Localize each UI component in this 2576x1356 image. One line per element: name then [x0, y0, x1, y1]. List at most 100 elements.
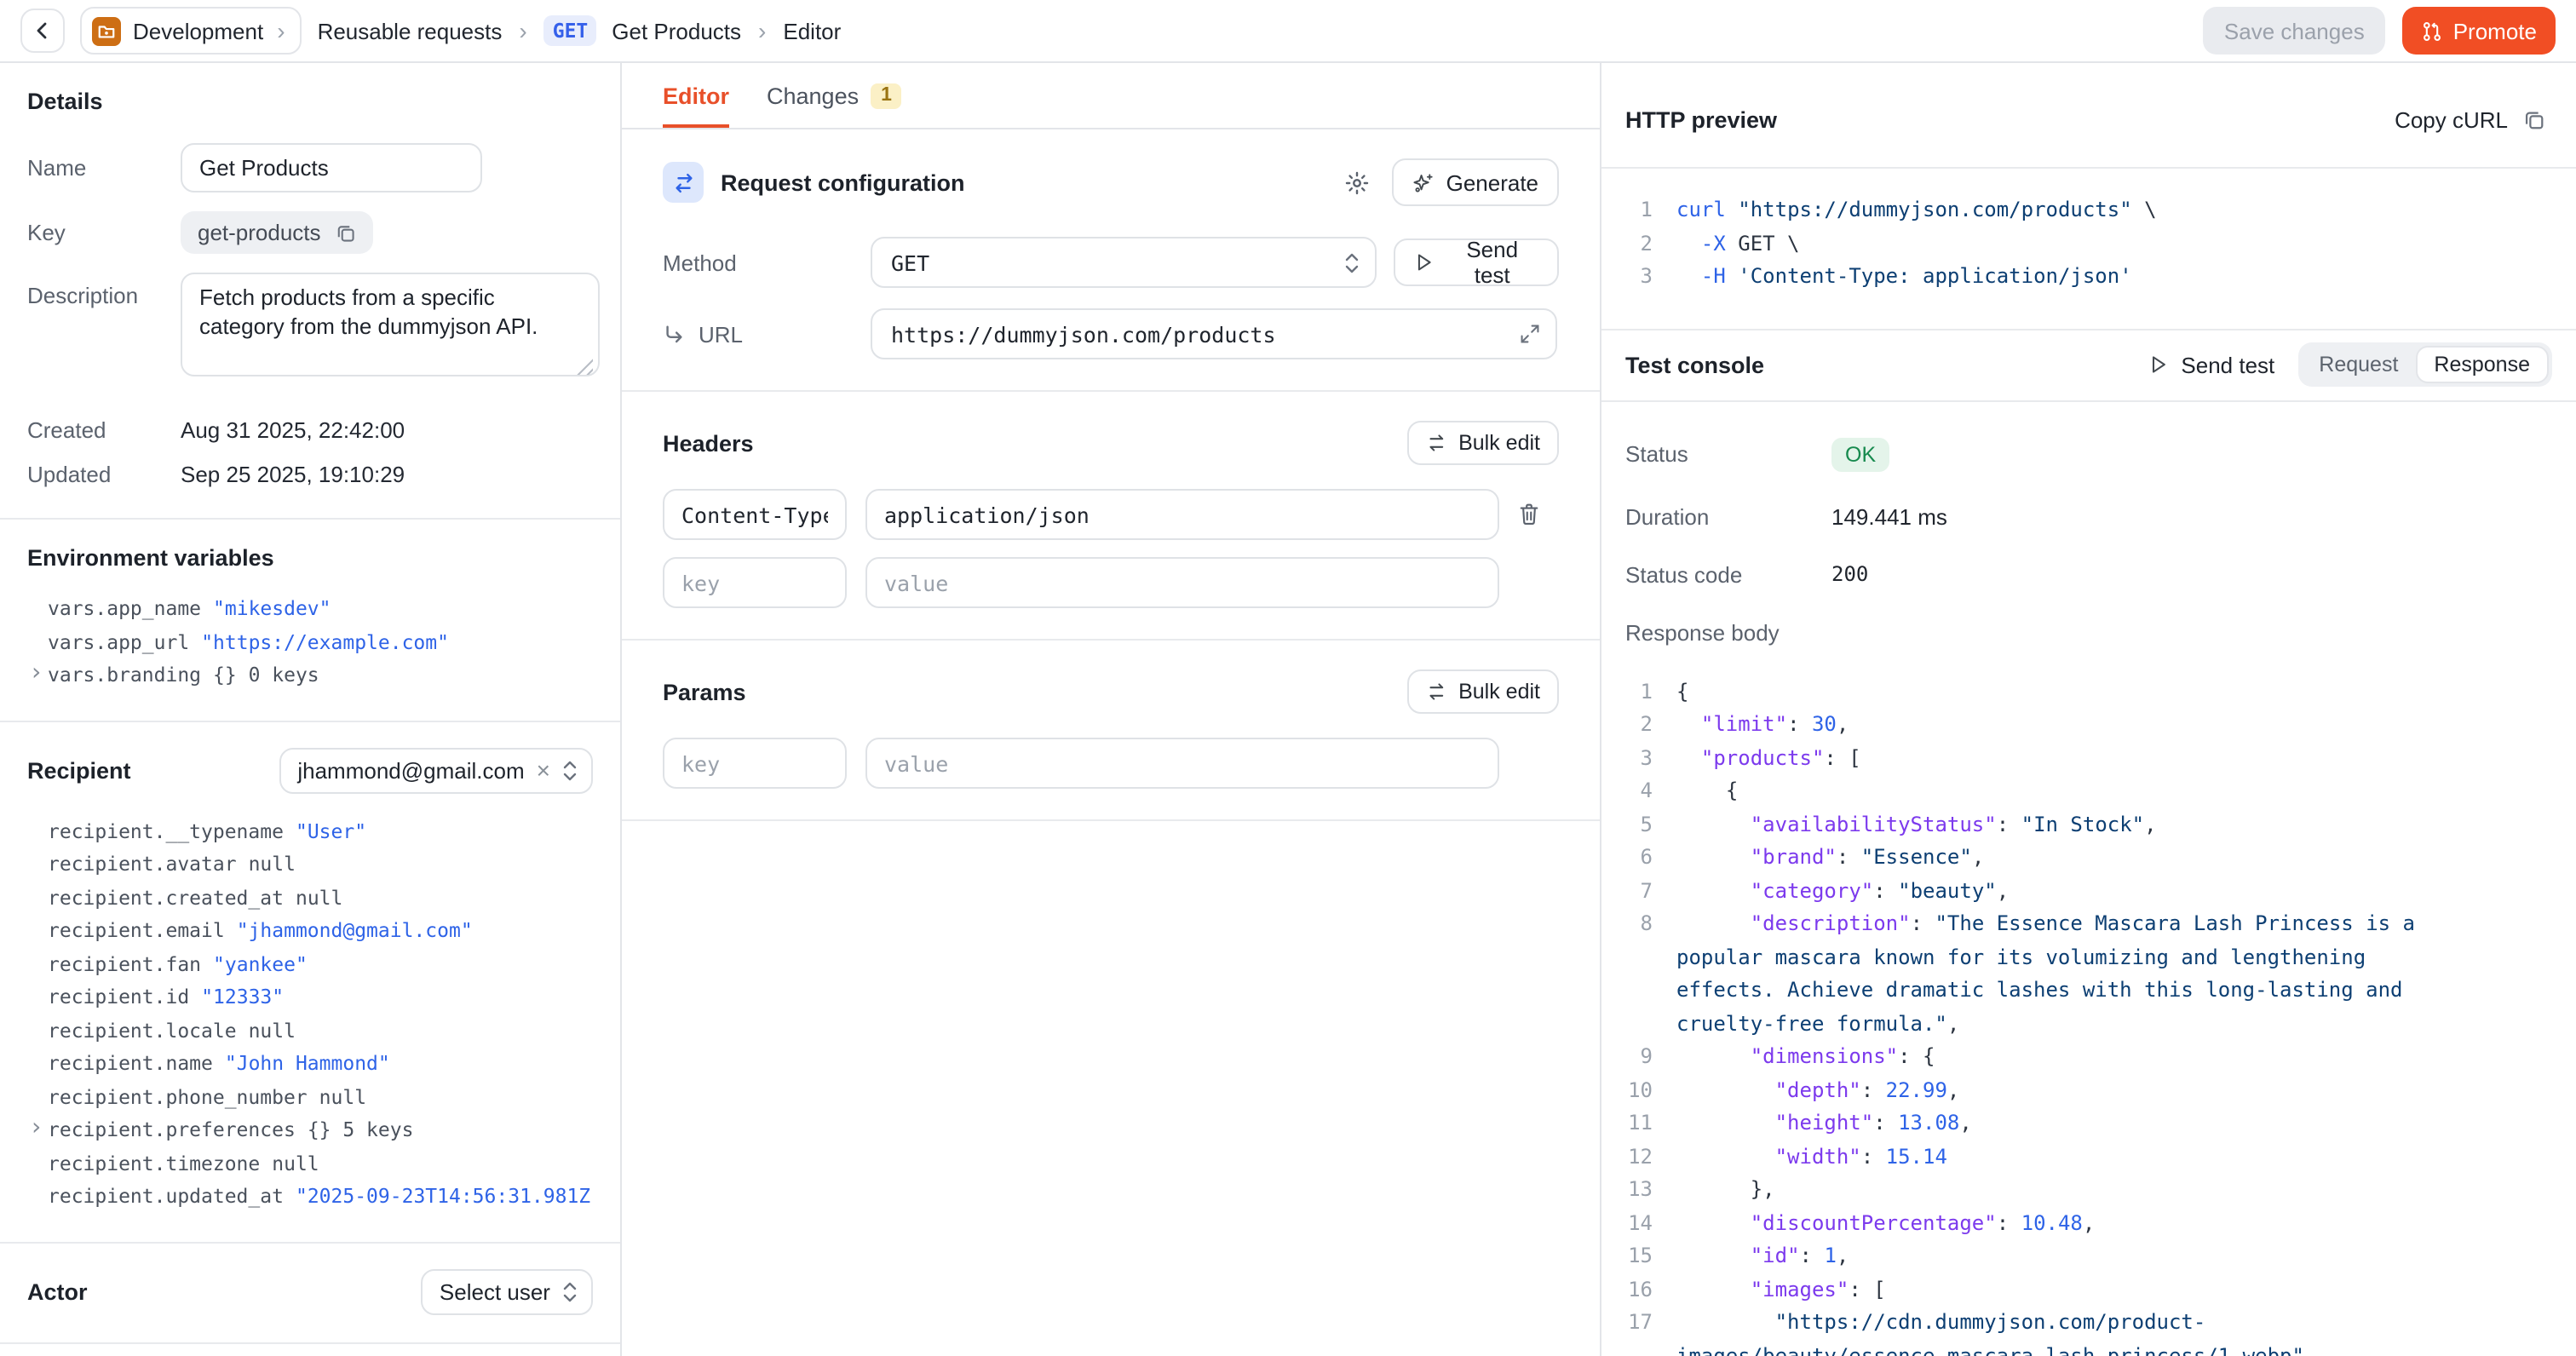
- recipient-field-row: recipient.email"jhammond@gmail.com": [27, 915, 593, 948]
- response-code-line: 4 {: [1619, 775, 2549, 808]
- line-number: 4: [1619, 775, 1653, 808]
- variable-key: recipient.phone_number: [48, 1081, 308, 1114]
- environment-variables-section: Environment variables vars.app_name"mike…: [0, 520, 620, 721]
- breadcrumb-editor: Editor: [783, 18, 841, 43]
- recipient-select[interactable]: jhammond@gmail.com ×: [279, 747, 593, 793]
- line-number: 5: [1619, 808, 1653, 842]
- variable-value: null: [296, 882, 342, 915]
- updated-row: Updated Sep 25 2025, 19:10:29: [27, 462, 593, 487]
- gear-icon[interactable]: [1344, 170, 1370, 195]
- curl-code-block: 1curl "https://dummyjson.com/products" \…: [1601, 169, 2576, 330]
- clear-icon[interactable]: ×: [537, 758, 550, 782]
- header-key-input[interactable]: [663, 489, 847, 540]
- project-switcher[interactable]: Development ›: [80, 7, 302, 55]
- code-text: -H 'Content-Type: application/json': [1676, 261, 2132, 294]
- header-value-input[interactable]: [865, 489, 1499, 540]
- environment-variables-title: Environment variables: [27, 545, 593, 571]
- play-icon: [2148, 354, 2169, 375]
- http-preview-panel: HTTP preview Copy cURL 1curl "https://du…: [1601, 63, 2576, 1356]
- top-bar: Development › Reusable requests › GET Ge…: [0, 0, 2576, 63]
- variable-value: "User": [296, 815, 366, 848]
- recipient-field-row: recipient.updated_at"2025-09-23T14:56:31…: [27, 1181, 593, 1214]
- http-preview-title: HTTP preview: [1625, 107, 1777, 133]
- generate-button[interactable]: Generate: [1392, 158, 1559, 206]
- url-input[interactable]: https://dummyjson.com/products: [871, 308, 1557, 359]
- code-text: "limit": 30,: [1676, 709, 1849, 742]
- chevron-right-icon: ›: [756, 17, 768, 44]
- editor-panel: Editor Changes 1 Request configuration: [622, 63, 1601, 1356]
- back-button[interactable]: [20, 9, 65, 53]
- variable-value: "12333": [201, 981, 284, 1014]
- recipient-field-row: recipient.id"12333": [27, 981, 593, 1014]
- code-text: "dimensions": {: [1676, 1041, 1935, 1074]
- chevron-updown-icon: [562, 759, 578, 781]
- save-changes-button[interactable]: Save changes: [2204, 7, 2385, 55]
- breadcrumb-request-name[interactable]: Get Products: [612, 18, 741, 43]
- line-number: 2: [1619, 227, 1653, 261]
- response-code-line: 11 "height": 13.08,: [1619, 1107, 2549, 1141]
- code-text: "brand": "Essence",: [1676, 842, 1984, 875]
- variable-value: {} 0 keys: [213, 659, 319, 692]
- param-value-input[interactable]: [865, 738, 1499, 789]
- send-test-button[interactable]: Send test: [1394, 238, 1559, 286]
- header-key-input[interactable]: [663, 557, 847, 608]
- changes-count-badge: 1: [871, 83, 902, 108]
- request-configuration-title: Request configuration: [721, 170, 965, 195]
- recipient-fields-list: recipient.__typename"User"recipient.avat…: [27, 815, 593, 1214]
- headers-bulk-edit-button[interactable]: Bulk edit: [1407, 421, 1559, 465]
- duration-label: Duration: [1625, 503, 1831, 529]
- line-number: 1: [1619, 194, 1653, 227]
- response-code-line: 15 "id": 1,: [1619, 1240, 2549, 1273]
- promote-button[interactable]: Promote: [2402, 7, 2556, 55]
- variable-value: "yankee": [213, 948, 308, 981]
- header-value-input[interactable]: [865, 557, 1499, 608]
- response-code-line: 8 "description": "The Essence Mascara La…: [1619, 908, 2549, 1041]
- code-text: "depth": 22.99,: [1676, 1074, 1959, 1107]
- chevron-updown-icon: [562, 1280, 578, 1302]
- response-body-row: Response body: [1625, 619, 2552, 645]
- expand-chevron-icon[interactable]: ›: [29, 659, 43, 691]
- recipient-field-row: recipient.fan"yankee": [27, 948, 593, 981]
- expand-icon[interactable]: [1520, 324, 1540, 344]
- response-body-code-block: 1{2 "limit": 30,3 "products": [4 {5 "ava…: [1601, 672, 2576, 1356]
- copy-curl-button[interactable]: Copy cURL: [2395, 107, 2545, 133]
- code-text: {: [1676, 675, 1688, 709]
- line-number: 11: [1619, 1107, 1653, 1141]
- curl-code-line: 1curl "https://dummyjson.com/products" \: [1619, 194, 2549, 227]
- key-row: Key get-products: [27, 211, 593, 254]
- curl-code-line: 2 -X GET \: [1619, 227, 2549, 261]
- code-text: "availabilityStatus": "In Stock",: [1676, 808, 2157, 842]
- response-code-line: 2 "limit": 30,: [1619, 709, 2549, 742]
- tab-changes[interactable]: Changes 1: [767, 63, 902, 128]
- method-select[interactable]: GET: [871, 237, 1377, 288]
- actor-label: Actor: [27, 1278, 88, 1304]
- topbar-actions: Save changes Promote: [2204, 7, 2556, 55]
- variable-value: "John Hammond": [225, 1048, 390, 1081]
- variable-value: "mikesdev": [213, 593, 331, 626]
- tab-editor[interactable]: Editor: [663, 63, 729, 128]
- git-branch-icon: [2421, 20, 2443, 42]
- headers-title: Headers: [663, 430, 754, 456]
- line-number: 3: [1619, 742, 1653, 775]
- response-code-line: 7 "category": "beauty",: [1619, 875, 2549, 908]
- actor-select[interactable]: Select user: [421, 1268, 593, 1314]
- description-textarea[interactable]: Fetch products from a specific category …: [181, 273, 600, 376]
- copy-icon[interactable]: [336, 222, 357, 243]
- expand-chevron-icon[interactable]: ›: [29, 1114, 43, 1146]
- console-send-test-button[interactable]: Send test: [2148, 352, 2274, 377]
- chevron-right-icon: ›: [275, 17, 286, 44]
- status-code-label: Status code: [1625, 561, 1831, 587]
- toggle-response[interactable]: Response: [2415, 346, 2549, 383]
- params-bulk-edit-button[interactable]: Bulk edit: [1407, 669, 1559, 714]
- created-value: Aug 31 2025, 22:42:00: [181, 417, 405, 443]
- delete-header-icon[interactable]: [1518, 503, 1540, 526]
- breadcrumb-reusable-requests[interactable]: Reusable requests: [318, 18, 503, 43]
- param-key-input[interactable]: [663, 738, 847, 789]
- line-number: 9: [1619, 1041, 1653, 1074]
- method-badge: GET: [544, 15, 597, 46]
- variable-key: recipient.preferences: [48, 1114, 296, 1147]
- play-icon: [1414, 252, 1435, 273]
- name-input[interactable]: [181, 143, 482, 192]
- toggle-request[interactable]: Request: [2302, 346, 2415, 383]
- variable-value: null: [249, 1014, 296, 1048]
